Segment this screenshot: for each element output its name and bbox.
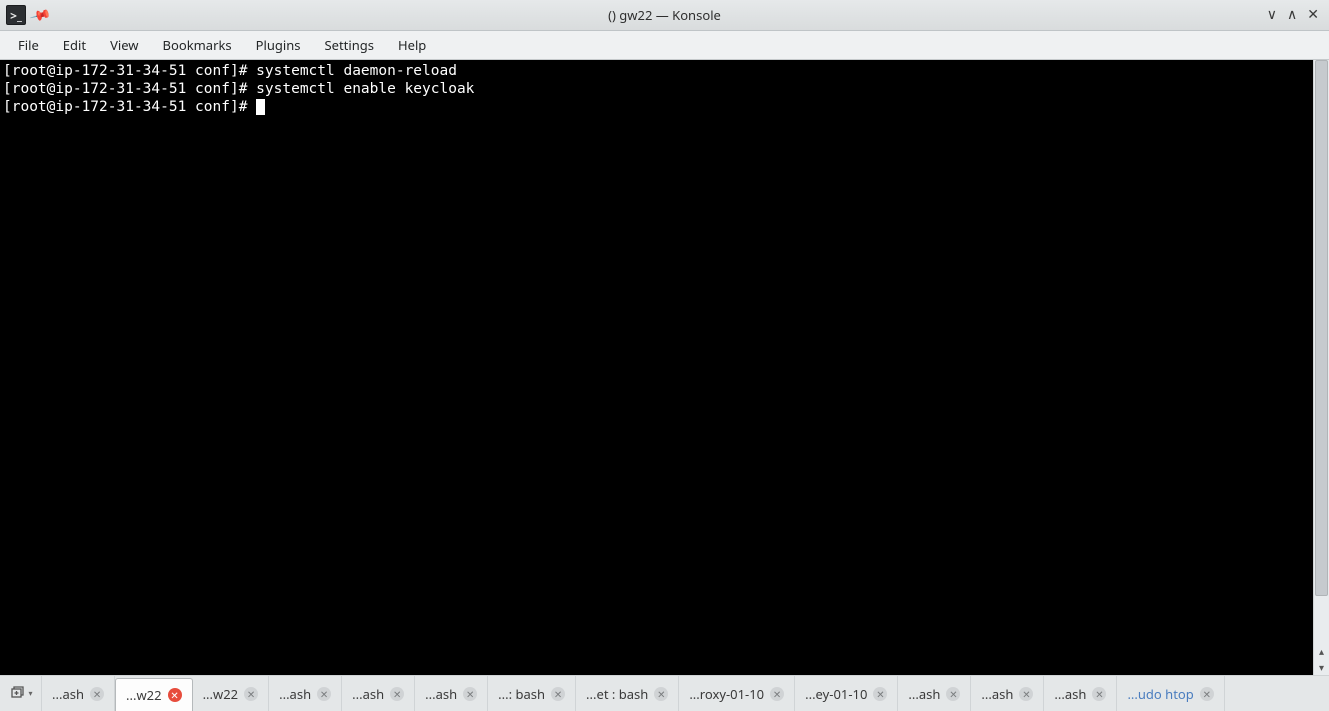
tab[interactable]: ...w22 ✕ — [193, 676, 270, 711]
scroll-down-arrow[interactable]: ▾ — [1314, 659, 1329, 675]
terminal-wrap: [root@ip-172-31-34-51 conf]# systemctl d… — [0, 60, 1329, 675]
tab-label: ...ash — [352, 685, 384, 703]
new-tab-icon — [10, 684, 26, 704]
vertical-scrollbar[interactable]: ▴ ▾ — [1313, 60, 1329, 675]
new-tab-dropdown-icon: ▾ — [28, 688, 32, 699]
tab[interactable]: ...ash ✕ — [415, 676, 488, 711]
tab[interactable]: ...ash ✕ — [42, 676, 115, 711]
tab-close-icon[interactable]: ✕ — [390, 687, 404, 701]
tab[interactable]: ...ash ✕ — [269, 676, 342, 711]
window-title: () gw22 — Konsole — [0, 6, 1329, 24]
menubar: FileEditViewBookmarksPluginsSettingsHelp — [0, 31, 1329, 60]
app-icon: >_ — [6, 5, 26, 25]
tab[interactable]: ...ash ✕ — [342, 676, 415, 711]
tab-label: ...et : bash — [586, 685, 648, 703]
prompt: [root@ip-172-31-34-51 conf]# — [3, 99, 256, 115]
tabbar: ▾ ...ash ✕ ...w22 ✕ ...w22 ✕ ...ash ✕ ...ash ✕...… — [0, 675, 1329, 711]
tab-close-icon[interactable]: ✕ — [317, 687, 331, 701]
tab-close-icon[interactable]: ✕ — [1019, 687, 1033, 701]
menu-item-edit[interactable]: Edit — [51, 32, 98, 58]
tab-label: ...ash — [425, 685, 457, 703]
tab[interactable]: ...et : bash ✕ — [576, 676, 679, 711]
menu-item-help[interactable]: Help — [386, 32, 438, 58]
tab-close-icon[interactable]: ✕ — [1092, 687, 1106, 701]
tab-close-icon[interactable]: ✕ — [1200, 687, 1214, 701]
tab[interactable]: ...udo htop ✕ — [1117, 676, 1224, 711]
tab-close-icon[interactable]: ✕ — [244, 687, 258, 701]
tab-close-icon[interactable]: ✕ — [168, 688, 182, 702]
tab-close-icon[interactable]: ✕ — [770, 687, 784, 701]
tab-close-icon[interactable]: ✕ — [551, 687, 565, 701]
tab[interactable]: ...ash ✕ — [971, 676, 1044, 711]
prompt: [root@ip-172-31-34-51 conf]# — [3, 63, 256, 79]
new-tab-button[interactable]: ▾ — [2, 676, 42, 711]
tab[interactable]: ...: bash ✕ — [488, 676, 576, 711]
tab-label: ...ash — [52, 685, 84, 703]
tab-close-icon[interactable]: ✕ — [873, 687, 887, 701]
tab-label: ...udo htop — [1127, 685, 1193, 703]
tab-close-icon[interactable]: ✕ — [946, 687, 960, 701]
tab-label: ...w22 — [203, 685, 239, 703]
menu-item-bookmarks[interactable]: Bookmarks — [151, 32, 244, 58]
tab-close-icon[interactable]: ✕ — [654, 687, 668, 701]
command-text: systemctl daemon-reload — [256, 63, 457, 79]
close-window-button[interactable] — [1307, 8, 1319, 22]
titlebar: >_ 📌 () gw22 — Konsole — [0, 0, 1329, 31]
tab-label: ...w22 — [126, 686, 162, 704]
tab[interactable]: ...w22 ✕ — [115, 678, 193, 711]
terminal-line: [root@ip-172-31-34-51 conf]# — [3, 98, 1310, 116]
menu-item-file[interactable]: File — [6, 32, 51, 58]
menu-item-plugins[interactable]: Plugins — [244, 32, 313, 58]
prompt: [root@ip-172-31-34-51 conf]# — [3, 81, 256, 97]
tab-label: ...ey-01-10 — [805, 685, 867, 703]
command-text: systemctl enable keycloak — [256, 81, 474, 97]
tab[interactable]: ...ash ✕ — [898, 676, 971, 711]
tab[interactable]: ...ey-01-10 ✕ — [795, 676, 898, 711]
terminal[interactable]: [root@ip-172-31-34-51 conf]# systemctl d… — [0, 60, 1313, 675]
menu-item-view[interactable]: View — [98, 32, 150, 58]
scrollbar-track[interactable] — [1314, 60, 1329, 643]
tab-close-icon[interactable]: ✕ — [90, 687, 104, 701]
minimize-button[interactable] — [1267, 8, 1277, 22]
tab-label: ...: bash — [498, 685, 545, 703]
terminal-line: [root@ip-172-31-34-51 conf]# systemctl d… — [3, 62, 1310, 80]
maximize-button[interactable] — [1287, 8, 1297, 22]
tab-label: ...ash — [981, 685, 1013, 703]
tab-close-icon[interactable]: ✕ — [463, 687, 477, 701]
tab-label: ...roxy-01-10 — [689, 685, 764, 703]
pin-icon[interactable]: 📌 — [28, 2, 53, 27]
scroll-up-arrow[interactable]: ▴ — [1314, 643, 1329, 659]
tab[interactable]: ...ash ✕ — [1044, 676, 1117, 711]
tab-label: ...ash — [908, 685, 940, 703]
scrollbar-thumb[interactable] — [1315, 60, 1328, 596]
tab[interactable]: ...roxy-01-10 ✕ — [679, 676, 795, 711]
terminal-line: [root@ip-172-31-34-51 conf]# systemctl e… — [3, 80, 1310, 98]
menu-item-settings[interactable]: Settings — [313, 32, 386, 58]
tab-label: ...ash — [279, 685, 311, 703]
cursor — [256, 99, 265, 115]
tab-label: ...ash — [1054, 685, 1086, 703]
